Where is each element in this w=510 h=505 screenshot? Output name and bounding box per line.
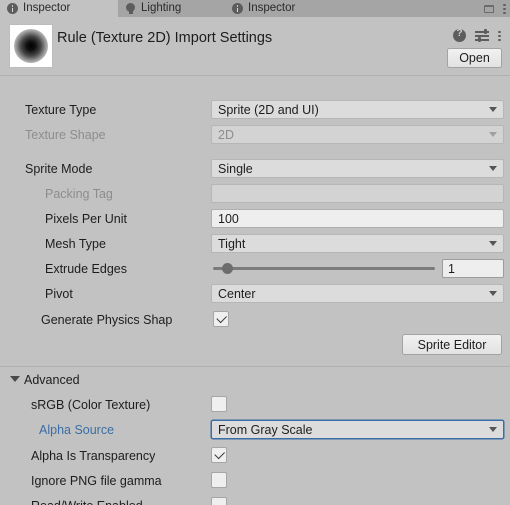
advanced-label: Advanced [24, 372, 80, 387]
row-packing-tag: Packing Tag [0, 183, 510, 204]
packing-tag-input [211, 184, 504, 203]
pixels-per-unit-input[interactable]: 100 [211, 209, 504, 228]
srgb-label: sRGB (Color Texture) [31, 397, 151, 412]
row-texture-shape: Texture Shape 2D [0, 124, 510, 145]
alpha-source-value: From Gray Scale [218, 422, 313, 437]
texture-shape-label: Texture Shape [25, 127, 106, 142]
chevron-down-icon [489, 241, 497, 246]
srgb-checkbox[interactable] [211, 396, 227, 412]
tab-inspector-2[interactable]: Inspector [225, 0, 510, 17]
alpha-source-label: Alpha Source [39, 422, 115, 437]
tab-inspector-1[interactable]: Inspector [0, 0, 118, 17]
mesh-type-value: Tight [218, 236, 246, 251]
extrude-edges-input[interactable]: 1 [442, 259, 504, 278]
extrude-edges-label: Extrude Edges [45, 261, 127, 276]
header-icon-group [453, 28, 502, 42]
pivot-value: Center [218, 286, 256, 301]
chevron-down-icon [489, 107, 497, 112]
texture-preview-thumbnail[interactable] [9, 24, 53, 68]
maximize-icon[interactable] [484, 4, 494, 13]
unity-inspector-window: Inspector Lighting Inspector Rule (Textu… [0, 0, 510, 505]
chevron-down-icon [10, 376, 20, 382]
texture-type-value: Sprite (2D and UI) [218, 102, 319, 117]
kebab-menu-icon[interactable] [498, 30, 502, 42]
import-settings-header: Rule (Texture 2D) Import Settings [0, 18, 510, 74]
chevron-down-icon [489, 132, 497, 137]
tab-label: Inspector [248, 2, 296, 14]
pixels-per-unit-value: 100 [218, 211, 239, 226]
advanced-foldout[interactable]: Advanced [0, 369, 510, 390]
row-pixels-per-unit: Pixels Per Unit 100 [0, 208, 510, 229]
packing-tag-label: Packing Tag [45, 186, 113, 201]
row-srgb: sRGB (Color Texture) [0, 394, 510, 415]
texture-type-dropdown[interactable]: Sprite (2D and UI) [211, 100, 504, 119]
read-write-enabled-checkbox[interactable] [211, 497, 227, 505]
mesh-type-label: Mesh Type [45, 236, 106, 251]
info-icon [232, 3, 243, 14]
row-alpha-is-transparency: Alpha Is Transparency [0, 445, 510, 466]
open-button[interactable]: Open [447, 48, 502, 68]
alpha-is-transparency-label: Alpha Is Transparency [31, 448, 156, 463]
row-extrude-edges: Extrude Edges 1 [0, 258, 510, 279]
sprite-mode-value: Single [218, 161, 253, 176]
extrude-edges-slider[interactable] [213, 259, 435, 278]
preset-icon[interactable] [475, 29, 489, 42]
alpha-source-dropdown[interactable]: From Gray Scale [211, 420, 504, 439]
row-sprite-mode: Sprite Mode Single [0, 158, 510, 179]
read-write-enabled-label: Read/Write Enabled [31, 499, 143, 505]
pivot-label: Pivot [45, 286, 73, 301]
generate-physics-shape-label: Generate Physics Shap [41, 312, 173, 327]
ignore-png-gamma-label: Ignore PNG file gamma [31, 473, 162, 488]
mesh-type-dropdown[interactable]: Tight [211, 234, 504, 253]
pivot-dropdown[interactable]: Center [211, 284, 504, 303]
chevron-down-icon [489, 166, 497, 171]
advanced-divider [0, 366, 510, 367]
row-generate-physics-shape: Generate Physics Shap [0, 309, 510, 330]
page-title: Rule (Texture 2D) Import Settings [57, 30, 273, 46]
window-controls [484, 0, 507, 17]
sprite-editor-button[interactable]: Sprite Editor [402, 334, 502, 355]
row-read-write-enabled: Read/Write Enabled [0, 495, 510, 505]
texture-shape-dropdown: 2D [211, 125, 504, 144]
slider-track [213, 267, 435, 270]
window-tab-bar: Inspector Lighting Inspector [0, 0, 510, 17]
help-icon[interactable] [453, 28, 466, 42]
row-ignore-png-gamma: Ignore PNG file gamma [0, 470, 510, 491]
chevron-down-icon [489, 291, 497, 296]
chevron-down-icon [489, 427, 497, 432]
generate-physics-shape-checkbox[interactable] [213, 311, 229, 327]
row-texture-type: Texture Type Sprite (2D and UI) [0, 99, 510, 120]
header-divider [0, 75, 510, 76]
tab-label: Inspector [23, 2, 71, 14]
extrude-edges-value: 1 [448, 261, 455, 276]
row-mesh-type: Mesh Type Tight [0, 233, 510, 254]
kebab-menu-icon[interactable] [503, 3, 507, 15]
lightbulb-icon [125, 2, 136, 15]
texture-shape-value: 2D [218, 127, 234, 142]
info-icon [7, 3, 18, 14]
alpha-is-transparency-checkbox[interactable] [211, 447, 227, 463]
sprite-mode-dropdown[interactable]: Single [211, 159, 504, 178]
texture-type-label: Texture Type [25, 102, 97, 117]
sprite-mode-label: Sprite Mode [25, 161, 93, 176]
ignore-png-gamma-checkbox[interactable] [211, 472, 227, 488]
row-alpha-source: Alpha Source From Gray Scale [0, 419, 510, 440]
row-pivot: Pivot Center [0, 283, 510, 304]
tab-lighting[interactable]: Lighting [118, 0, 225, 17]
pixels-per-unit-label: Pixels Per Unit [45, 211, 127, 226]
slider-handle[interactable] [222, 263, 233, 274]
texture-preview-image [14, 29, 48, 63]
tab-label: Lighting [141, 2, 182, 14]
